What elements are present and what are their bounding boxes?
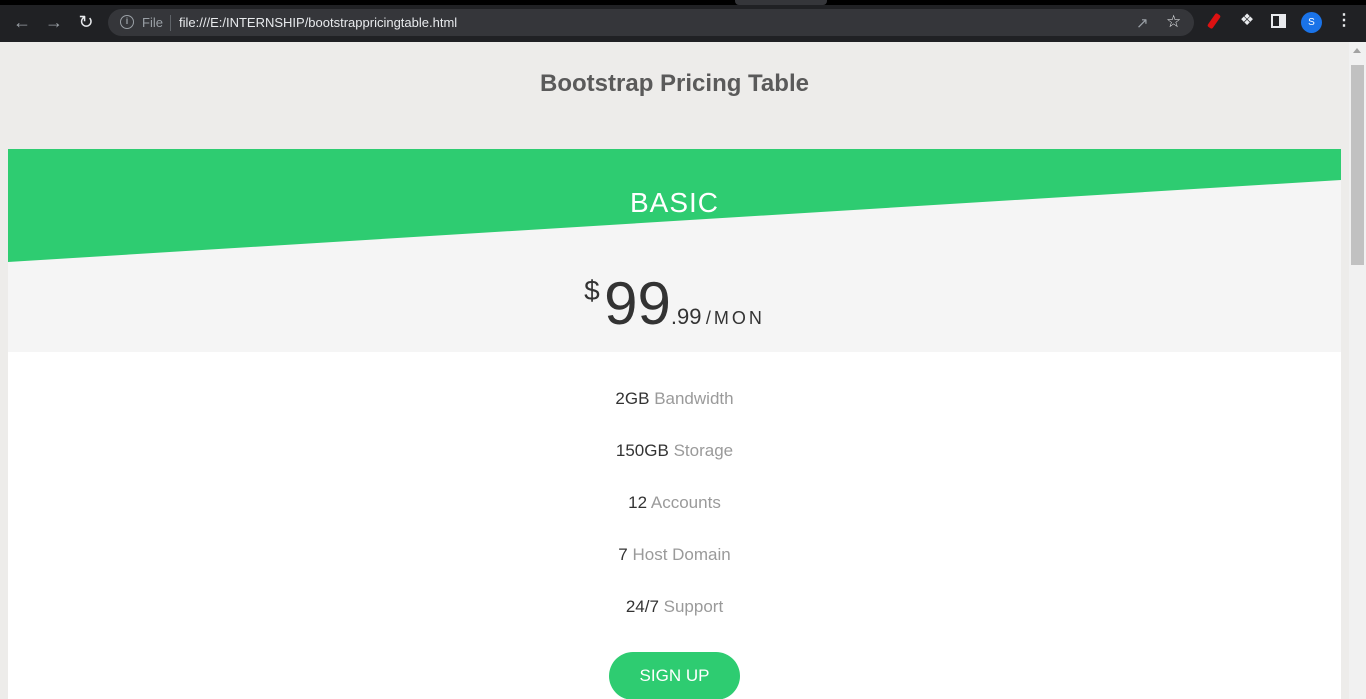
browser-toolbar: ← → ↻ i File file:///E:/INTERNSHIP/boots… [0, 0, 1366, 42]
plan-name: BASIC [629, 187, 720, 218]
feature-value: 2GB [615, 389, 650, 408]
scrollbar-thumb[interactable] [1351, 65, 1364, 265]
page-title: Bootstrap Pricing Table [540, 70, 809, 97]
feature-item: 12 Accounts [8, 488, 1341, 540]
share-icon[interactable]: ↗ [1136, 14, 1149, 32]
pen-extension-icon[interactable] [1207, 12, 1225, 30]
price-amount: 99 [604, 270, 671, 337]
divider [170, 15, 171, 31]
feature-item: 2GB Bandwidth [8, 384, 1341, 436]
feature-label: Accounts [650, 493, 721, 512]
back-arrow-icon[interactable]: ← [12, 12, 32, 32]
feature-label: Storage [673, 441, 734, 460]
bookmark-star-icon[interactable]: ☆ [1166, 12, 1181, 32]
active-tab[interactable] [735, 0, 827, 5]
feature-value: 150GB [615, 441, 669, 460]
reload-icon[interactable]: ↻ [76, 12, 96, 32]
url-text[interactable]: file:///E:/INTERNSHIP/bootstrappricingta… [179, 15, 457, 30]
feature-label: Bandwidth [654, 389, 734, 408]
feature-value: 7 [618, 545, 628, 564]
info-icon[interactable]: i [120, 15, 134, 29]
address-bar[interactable]: i File file:///E:/INTERNSHIP/bootstrappr… [108, 9, 1194, 36]
forward-arrow-icon[interactable]: → [44, 12, 64, 32]
scroll-up-arrow-icon[interactable] [1353, 48, 1361, 53]
feature-item: 24/7 Support [8, 592, 1341, 644]
price-currency: $ [584, 275, 600, 306]
tab-strip [0, 0, 1366, 5]
price-period: /MON [705, 308, 765, 328]
pricing-card: BASIC $ 99.99 /MON 2GB Bandwidth 150GB S… [8, 149, 1341, 699]
menu-kebab-icon[interactable]: ⋮ [1336, 12, 1352, 30]
sign-up-button[interactable]: SIGN UP [609, 652, 740, 699]
feature-value: 24/7 [625, 597, 659, 616]
feature-item: 7 Host Domain [8, 540, 1341, 592]
profile-avatar[interactable]: S [1301, 12, 1322, 33]
file-scheme-label: File [142, 15, 163, 30]
feature-list: 2GB Bandwidth 150GB Storage 12 Accounts … [8, 384, 1341, 644]
pricing-card-header: BASIC $ 99.99 /MON [8, 149, 1341, 352]
feature-label: Support [663, 597, 724, 616]
feature-value: 12 [628, 493, 648, 512]
feature-item: 150GB Storage [8, 436, 1341, 488]
price: $ 99.99 /MON [8, 269, 1341, 338]
vertical-scrollbar[interactable] [1349, 42, 1366, 699]
price-cents: .99 [670, 304, 702, 329]
feature-label: Host Domain [632, 545, 731, 564]
side-panel-icon[interactable] [1271, 14, 1286, 28]
extensions-puzzle-icon[interactable]: ❖ [1238, 12, 1256, 30]
